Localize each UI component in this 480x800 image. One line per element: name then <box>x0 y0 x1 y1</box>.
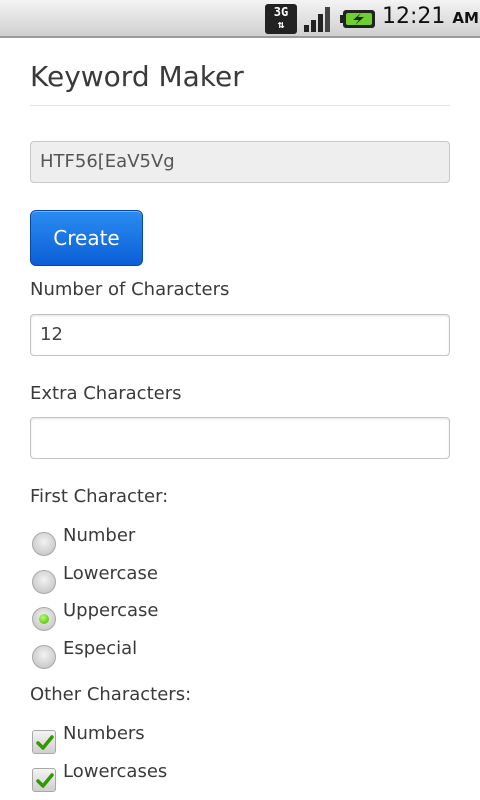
radio-label: Uppercase <box>63 600 159 621</box>
first-character-label: First Character: <box>30 486 169 507</box>
radio-option-lowercase[interactable]: Lowercase <box>30 563 450 599</box>
radio-button[interactable] <box>32 607 56 631</box>
radio-option-number[interactable]: Number <box>30 525 450 561</box>
battery-charging-icon <box>340 10 375 28</box>
network-arrows-icon: ⇅ <box>277 18 285 31</box>
extra-characters-input[interactable] <box>30 417 450 459</box>
clock: 12:21 AM <box>382 4 479 29</box>
radio-label: Especial <box>63 638 138 659</box>
extra-characters-label: Extra Characters <box>30 383 182 404</box>
network-3g-icon: 3G ⇅ <box>265 4 297 34</box>
radio-label: Lowercase <box>63 563 158 584</box>
page-title: Keyword Maker <box>30 60 244 93</box>
network-type-label: 3G <box>273 5 289 19</box>
checkbox-label: Numbers <box>63 723 145 744</box>
title-divider <box>30 105 450 106</box>
status-bar: 3G ⇅ 12:21 AM <box>0 0 480 38</box>
generated-keyword-field[interactable]: HTF56[EaV5Vg <box>30 141 450 183</box>
check-mark-icon <box>36 735 54 750</box>
radio-label: Number <box>63 525 136 546</box>
checkbox[interactable] <box>32 768 56 792</box>
clock-time: 12:21 <box>382 4 446 29</box>
radio-option-especial[interactable]: Especial <box>30 638 450 674</box>
radio-button[interactable] <box>32 645 56 669</box>
check-mark-icon <box>36 773 54 788</box>
radio-option-uppercase[interactable]: Uppercase <box>30 600 450 636</box>
radio-button[interactable] <box>32 532 56 556</box>
checkbox-label: Lowercases <box>63 761 168 782</box>
other-characters-label: Other Characters: <box>30 684 192 705</box>
checkbox[interactable] <box>32 730 56 754</box>
number-of-characters-label: Number of Characters <box>30 279 230 300</box>
create-button[interactable]: Create <box>30 210 143 266</box>
number-of-characters-input[interactable]: 12 <box>30 314 450 356</box>
checkbox-option-lowercases[interactable]: Lowercases <box>30 761 450 797</box>
checkbox-option-numbers[interactable]: Numbers <box>30 723 450 759</box>
clock-ampm: AM <box>452 9 479 27</box>
radio-button[interactable] <box>32 570 56 594</box>
signal-strength-icon <box>304 7 330 32</box>
